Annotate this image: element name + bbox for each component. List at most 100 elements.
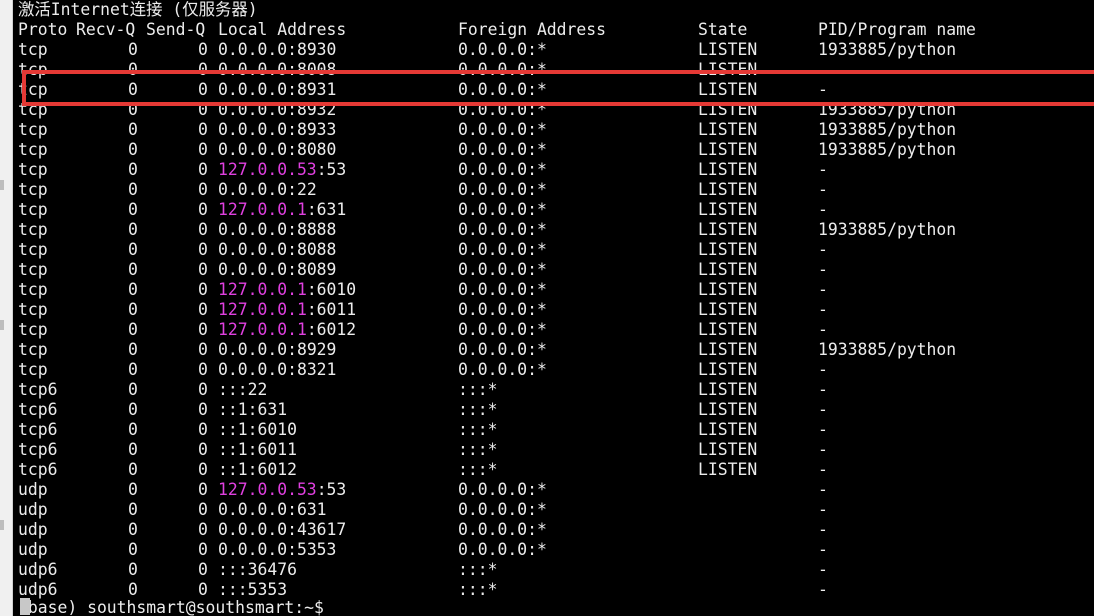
- cell-proto: tcp6: [18, 460, 58, 479]
- local-port: :8089: [287, 260, 337, 279]
- cell-pid-program: -: [818, 500, 828, 519]
- cell-proto: tcp: [18, 120, 48, 139]
- cell-pid-program: -: [818, 540, 828, 559]
- cell-local-address: 127.0.0.1:6010: [218, 280, 356, 300]
- table-row: tcp 0 0 127.0.0.1:6012 0.0.0.0:* LISTEN -: [18, 320, 1094, 340]
- cell-state: LISTEN: [698, 380, 758, 399]
- cell-send-q: 0: [198, 240, 208, 259]
- cell-pid-program: -: [818, 560, 828, 579]
- cell-recv-q: 0: [128, 220, 138, 239]
- cell-state: LISTEN: [698, 300, 758, 319]
- cell-recv-q: 0: [128, 580, 138, 599]
- table-row: tcp6 0 0::1:6012:::* LISTEN -: [18, 460, 1094, 480]
- local-port: :6010: [306, 280, 357, 299]
- table-row: udp 0 0 0.0.0.0:5353 0.0.0.0:* -: [18, 540, 1094, 560]
- cell-pid-program: -: [818, 400, 828, 419]
- cell-state: LISTEN: [698, 440, 758, 459]
- local-port: :53: [316, 160, 347, 179]
- cell-foreign-address: 0.0.0.0:*: [458, 120, 547, 139]
- local-ip: 0.0.0.0: [218, 360, 288, 379]
- cell-foreign-address: 0.0.0.0:*: [458, 480, 547, 499]
- table-row: udp 0 0 0.0.0.0:43617 0.0.0.0:* -: [18, 520, 1094, 540]
- local-port: :8933: [287, 120, 337, 139]
- table-row: tcp 0 0 127.0.0.1:6010 0.0.0.0:* LISTEN -: [18, 280, 1094, 300]
- cell-pid-program: -: [818, 160, 828, 179]
- cell-state: LISTEN: [698, 180, 758, 199]
- table-row: udp6 0 0:::5353:::* -: [18, 580, 1094, 600]
- cell-local-address: 0.0.0.0:43617: [218, 520, 346, 540]
- local-port: :631: [287, 500, 327, 519]
- cell-local-address: 0.0.0.0:8930: [218, 40, 336, 60]
- cell-local-address: 0.0.0.0:8089: [218, 260, 336, 280]
- cell-send-q: 0: [198, 280, 208, 299]
- cell-local-address: 0.0.0.0:8929: [218, 340, 336, 360]
- header-local-address: Local Address: [218, 20, 347, 39]
- local-ip: 127.0.0.53: [218, 160, 317, 179]
- local-ip: 0.0.0.0: [218, 240, 288, 259]
- cell-pid-program: -: [818, 360, 828, 379]
- cell-local-address: :::5353: [218, 580, 287, 600]
- local-ip: 127.0.0.1: [218, 280, 307, 299]
- header-recv-q: Recv-Q: [76, 20, 136, 39]
- cell-foreign-address: 0.0.0.0:*: [458, 240, 547, 259]
- local-ip: 0.0.0.0: [218, 40, 288, 59]
- netstat-title: 激活Internet连接 (仅服务器): [18, 0, 258, 19]
- cell-pid-program: -: [818, 480, 828, 499]
- cell-proto: tcp: [18, 200, 48, 219]
- cell-proto: tcp: [18, 320, 48, 339]
- terminal-window[interactable]: 激活Internet连接 (仅服务器) Proto Recv-Q Send-Q …: [13, 0, 1094, 616]
- local-port: :8888: [287, 220, 337, 239]
- cell-recv-q: 0: [128, 280, 138, 299]
- cell-send-q: 0: [198, 380, 208, 399]
- cell-local-address: 0.0.0.0:8888: [218, 220, 336, 240]
- frame-marker: [0, 180, 4, 190]
- cell-proto: tcp: [18, 360, 48, 379]
- local-ip: 127.0.0.1: [218, 320, 307, 339]
- cell-state: LISTEN: [698, 360, 758, 379]
- cell-proto: tcp: [18, 300, 48, 319]
- cell-send-q: 0: [198, 520, 208, 539]
- cell-proto: udp: [18, 500, 48, 519]
- table-row: udp 0 0 127.0.0.53:53 0.0.0.0:* -: [18, 480, 1094, 500]
- cell-state: LISTEN: [698, 420, 758, 439]
- cell-proto: udp: [18, 540, 48, 559]
- cell-proto: tcp: [18, 160, 48, 179]
- cell-foreign-address: 0.0.0.0:*: [458, 140, 547, 159]
- cell-recv-q: 0: [128, 500, 138, 519]
- cell-send-q: 0: [198, 500, 208, 519]
- table-row: tcp 0 0 127.0.0.1:631 0.0.0.0:* LISTEN -: [18, 200, 1094, 220]
- cell-recv-q: 0: [128, 320, 138, 339]
- cell-recv-q: 0: [128, 420, 138, 439]
- table-row: tcp 0 0 0.0.0.0:8321 0.0.0.0:* LISTEN -: [18, 360, 1094, 380]
- cell-pid-program: -: [818, 280, 828, 299]
- cell-send-q: 0: [198, 140, 208, 159]
- cell-foreign-address: 0.0.0.0:*: [458, 340, 547, 359]
- cell-foreign-address: 0.0.0.0:*: [458, 500, 547, 519]
- table-row: tcp6 0 0::1:6011:::* LISTEN -: [18, 440, 1094, 460]
- annotation-highlight-box: [22, 70, 1094, 106]
- cell-proto: tcp: [18, 180, 48, 199]
- header-pid-program: PID/Program name: [818, 20, 976, 39]
- cell-proto: udp6: [18, 580, 58, 599]
- table-row: tcp 0 0 127.0.0.1:6011 0.0.0.0:* LISTEN -: [18, 300, 1094, 320]
- cell-recv-q: 0: [128, 160, 138, 179]
- cell-send-q: 0: [198, 260, 208, 279]
- cell-send-q: 0: [198, 340, 208, 359]
- table-row: tcp 0 0 0.0.0.0:8930 0.0.0.0:* LISTEN 1933885/…: [18, 40, 1094, 60]
- local-ip: 0.0.0.0: [218, 540, 288, 559]
- cell-foreign-address: 0.0.0.0:*: [458, 160, 547, 179]
- cell-proto: tcp: [18, 340, 48, 359]
- cell-state: LISTEN: [698, 280, 758, 299]
- table-row: tcp6 0 0:::22:::* LISTEN -: [18, 380, 1094, 400]
- cell-foreign-address: :::*: [458, 560, 498, 579]
- cell-send-q: 0: [198, 300, 208, 319]
- cell-send-q: 0: [198, 560, 208, 579]
- cell-recv-q: 0: [128, 120, 138, 139]
- cell-send-q: 0: [198, 480, 208, 499]
- cell-send-q: 0: [198, 320, 208, 339]
- table-row: tcp 0 0 0.0.0.0:22 0.0.0.0:* LISTEN -: [18, 180, 1094, 200]
- cell-foreign-address: :::*: [458, 460, 498, 479]
- cell-pid-program: -: [818, 440, 828, 459]
- frame-marker: [0, 320, 4, 330]
- shell-prompt-line[interactable]: (base) southsmart@southsmart:~$: [18, 598, 1094, 616]
